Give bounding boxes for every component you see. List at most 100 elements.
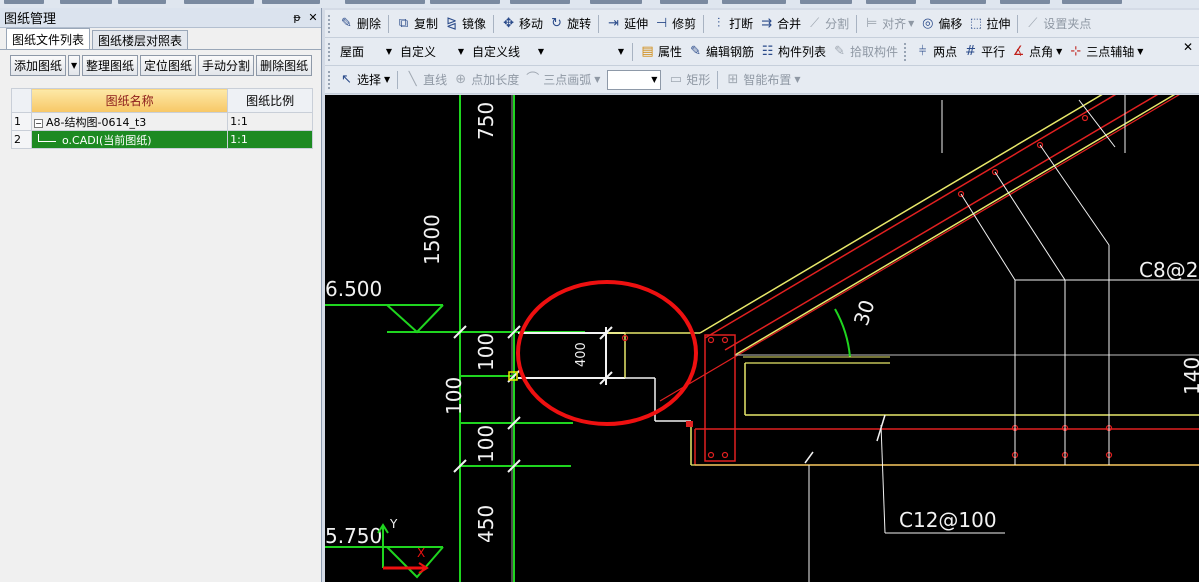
drawing-scale-cell[interactable]: 1:1 xyxy=(227,112,313,131)
dimension-text: 1500 xyxy=(420,214,444,265)
parallel-axis-button[interactable]: # 平行 xyxy=(960,41,1008,63)
point-angle-axis-button[interactable]: ∡ 点角 ▼ xyxy=(1008,41,1065,63)
two-point-icon: ⫩ xyxy=(918,44,927,59)
panel-title: 图纸管理 xyxy=(4,12,57,27)
table-row[interactable]: 1 − A8-结构图-0614_t3 1:1 xyxy=(11,112,313,131)
panel-button-bar: 添加图纸 ▼ 整理图纸 定位图纸 手动分割 删除图纸 xyxy=(0,50,321,80)
top-toolbar-remnant xyxy=(0,0,1199,8)
offset-button[interactable]: ◎ 偏移 xyxy=(917,13,965,35)
toolbar-grip[interactable] xyxy=(328,14,332,33)
toolbar-grip[interactable] xyxy=(904,42,908,61)
move-button[interactable]: ✥ 移动 xyxy=(498,13,546,35)
arc-option-select[interactable]: ▼ xyxy=(607,69,662,90)
merge-icon: ⇉ xyxy=(761,16,773,31)
line-button[interactable]: ╲ 直线 xyxy=(402,69,450,91)
rebar-label: C12@100 xyxy=(899,508,997,532)
panel-titlebar: 图纸管理 ᵽ ✕ xyxy=(0,8,321,28)
three-point-arc-button[interactable]: ⌒ 三点画弧 ▼ xyxy=(522,69,603,91)
elevation-label: 5.750 xyxy=(325,524,382,548)
collapse-icon[interactable]: − xyxy=(34,118,43,128)
pin-icon[interactable]: ᵽ xyxy=(289,11,305,24)
delete-button[interactable]: ✎ 删除 xyxy=(336,13,384,35)
two-point-axis-button[interactable]: ⫩ 两点 xyxy=(912,41,960,63)
trim-icon: ⊣ xyxy=(655,16,668,31)
drawing-scale-cell[interactable]: 1:1 xyxy=(227,130,313,149)
rectangle-icon: ▭ xyxy=(669,72,683,87)
column-header-name[interactable]: 图纸名称 xyxy=(30,88,229,113)
align-button[interactable]: ⊨ 对齐 ▼ xyxy=(861,13,917,35)
split-icon: ⟋ xyxy=(810,16,820,31)
three-point-axis-button[interactable]: ⊹ 三点辅轴 ▼ xyxy=(1065,41,1146,63)
dimension-text: 750 xyxy=(474,102,498,140)
pick-icon: ✎ xyxy=(834,44,845,59)
close-icon[interactable]: ✕ xyxy=(305,11,321,24)
merge-button[interactable]: ⇉ 合并 xyxy=(756,13,804,35)
component-subtype-select[interactable]: 自定义线 ▼ xyxy=(468,42,548,62)
dimension-text: 100 xyxy=(442,377,466,415)
point-length-button[interactable]: ⊕ 点加长度 xyxy=(450,69,522,91)
select-button[interactable]: ↖ 选择 ▼ xyxy=(336,69,393,91)
dimension-text: 100 xyxy=(474,333,498,371)
axis-x-label: X xyxy=(417,546,425,560)
angle-label: 30 xyxy=(849,297,880,329)
tab-drawing-file-list[interactable]: 图纸文件列表 xyxy=(6,28,91,49)
draw-toolbar: ↖ 选择 ▼ ╲ 直线 ⊕ 点加长度 ⌒ 三点画弧 ▼ ▼ ▭ 矩形 ⊞ 智能布置 ▼ xyxy=(325,66,1199,94)
smart-layout-button[interactable]: ⊞ 智能布置 ▼ xyxy=(722,69,803,91)
axis-y-label: Y xyxy=(389,517,398,531)
properties-icon: ▤ xyxy=(641,44,654,59)
floor-select[interactable]: 屋面 ▼ xyxy=(336,42,396,62)
component-name-select[interactable]: ▼ xyxy=(548,42,628,62)
copy-button[interactable]: ⧉ 复制 xyxy=(393,13,441,35)
chevron-down-icon: ▼ xyxy=(457,47,464,56)
chevron-down-icon: ▼ xyxy=(794,75,801,84)
component-type-select[interactable]: 自定义 ▼ xyxy=(396,42,468,62)
drawing-name-cell[interactable]: − A8-结构图-0614_t3 xyxy=(30,112,229,131)
component-list-button[interactable]: ☷ 构件列表 xyxy=(757,41,829,63)
delete-drawing-button[interactable]: 删除图纸 xyxy=(256,54,313,76)
row-number: 2 xyxy=(11,130,32,149)
close-icon[interactable]: ✕ xyxy=(1183,40,1193,54)
toolbar-grip[interactable] xyxy=(328,42,332,61)
mirror-icon: ⧎ xyxy=(446,16,457,31)
offset-icon: ◎ xyxy=(922,16,934,31)
smart-layout-icon: ⊞ xyxy=(727,72,739,87)
copy-icon: ⧉ xyxy=(398,16,409,31)
tab-drawing-floor-map[interactable]: 图纸楼层对照表 xyxy=(92,30,189,49)
move-icon: ✥ xyxy=(503,16,514,31)
stretch-icon: ⬚ xyxy=(969,16,982,31)
add-drawing-button[interactable]: 添加图纸 xyxy=(10,54,67,76)
stretch-button[interactable]: ⬚ 拉伸 xyxy=(965,13,1013,35)
cursor-icon: ↖ xyxy=(341,72,352,87)
chevron-down-icon: ▼ xyxy=(651,75,658,84)
app-window: 图纸管理 ᵽ ✕ 图纸文件列表 图纸楼层对照表 添加图纸 ▼ 整理图纸 定位图纸… xyxy=(0,0,1199,582)
table-header-row: 图纸名称 图纸比例 xyxy=(11,88,313,113)
rectangle-button[interactable]: ▭ 矩形 xyxy=(665,69,713,91)
locate-drawing-button[interactable]: 定位图纸 xyxy=(140,54,197,76)
toolbar-grip[interactable] xyxy=(328,70,332,89)
chevron-down-icon: ▼ xyxy=(617,47,624,56)
split-button[interactable]: ⟋ 分割 xyxy=(804,13,852,35)
edit-rebar-button[interactable]: ✎ 编辑钢筋 xyxy=(685,41,757,63)
three-point-icon: ⊹ xyxy=(1070,44,1082,59)
rebar-label: C8@2 xyxy=(1139,258,1198,282)
extend-button[interactable]: ⇥ 延伸 xyxy=(603,13,651,35)
drawing-name-cell[interactable]: o.CADI(当前图纸) xyxy=(30,130,229,149)
mirror-button[interactable]: ⧎ 镜像 xyxy=(441,13,489,35)
chevron-down-icon: ▼ xyxy=(1137,47,1144,56)
pick-component-button[interactable]: ✎ 拾取构件 xyxy=(829,41,901,63)
rotate-button[interactable]: ↻ 旋转 xyxy=(546,13,594,35)
component-toolbar: 屋面 ▼ 自定义 ▼ 自定义线 ▼ ▼ ▤ 属性 ✎ 编辑钢筋 ☷ 构件列表 ✎ 拾取构件 ⫩… xyxy=(325,38,1199,66)
column-header-scale[interactable]: 图纸比例 xyxy=(227,88,313,113)
line-icon: ╲ xyxy=(408,72,417,87)
drawing-manager-panel: 图纸管理 ᵽ ✕ 图纸文件列表 图纸楼层对照表 添加图纸 ▼ 整理图纸 定位图纸… xyxy=(0,8,322,582)
organize-drawing-button[interactable]: 整理图纸 xyxy=(82,54,139,76)
manual-split-button[interactable]: 手动分割 xyxy=(198,54,255,76)
properties-button[interactable]: ▤ 属性 xyxy=(637,41,685,63)
set-grip-button[interactable]: ⟋ 设置夹点 xyxy=(1022,13,1094,35)
break-button[interactable]: ⫶ 打断 xyxy=(708,13,756,35)
table-row[interactable]: 2 o.CADI(当前图纸) 1:1 xyxy=(11,130,313,149)
cad-canvas[interactable]: 750 1500 100 100 100 450 6.500 5.750 400 xyxy=(325,95,1199,582)
trim-button[interactable]: ⊣ 修剪 xyxy=(651,13,699,35)
add-drawing-dropdown[interactable]: ▼ xyxy=(68,54,81,76)
eraser-icon: ✎ xyxy=(341,16,352,31)
